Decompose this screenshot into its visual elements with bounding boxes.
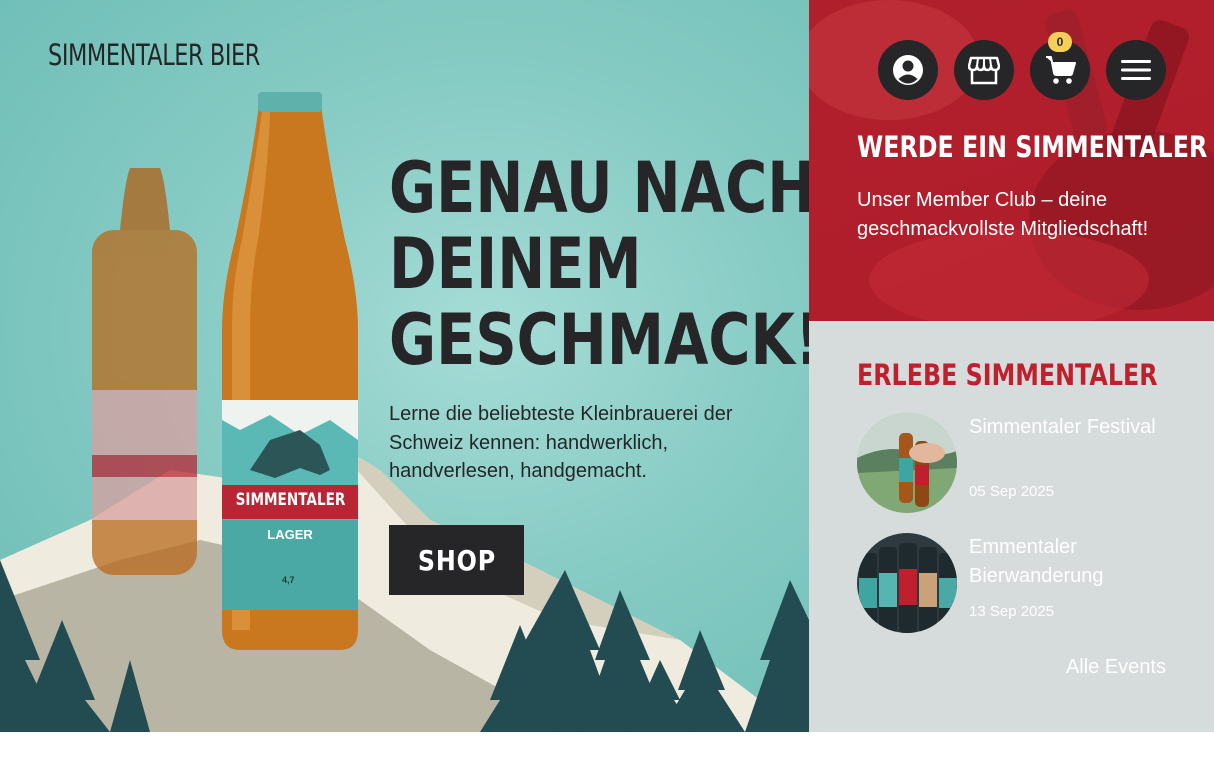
all-events-link[interactable]: Alle Events (1066, 656, 1166, 679)
account-button[interactable] (878, 40, 938, 100)
events-title: ERLEBE SIMMENTALER (857, 358, 1158, 392)
brand-logo[interactable]: SIMMENTALER BIER (48, 38, 260, 72)
event-item[interactable]: Emmentaler Bierwanderung 13 Sep 2025 (857, 533, 1167, 633)
headline-line: GENAU NACH (389, 147, 809, 229)
event-photo (857, 413, 957, 513)
headline-line: DEINEM (389, 223, 642, 305)
menu-icon (1121, 60, 1151, 80)
account-icon (893, 55, 923, 85)
cart-count-badge: 0 (1048, 32, 1072, 52)
member-club-title[interactable]: WERDE EIN SIMMENTALER (857, 130, 1207, 164)
member-club-text: Unser Member Club – deine geschmackvolls… (857, 189, 1149, 240)
store-button[interactable] (954, 40, 1014, 100)
hero-section: SIMMENTALER BIER SIMMENTALER LAGER 4,7 G… (0, 0, 809, 732)
event-item[interactable]: Simmentaler Festival 05 Sep 2025 (857, 413, 1167, 513)
menu-button[interactable] (1106, 40, 1166, 100)
bottle-abv-label: 4,7 (282, 575, 295, 585)
store-icon (968, 56, 1000, 85)
cart-icon (1046, 56, 1076, 84)
background-bottle (92, 168, 197, 575)
event-name[interactable]: Simmentaler Festival (969, 413, 1169, 442)
shop-button[interactable]: SHOP (389, 525, 524, 595)
shop-button-label: SHOP (417, 543, 496, 577)
event-date: 13 Sep 2025 (969, 603, 1055, 620)
bottle-brand-label: SIMMENTALER (235, 490, 346, 510)
hero-headline: GENAU NACH DEINEM GESCHMACK!? (389, 147, 809, 381)
event-date: 05 Sep 2025 (969, 483, 1055, 500)
event-photo (857, 533, 957, 633)
event-thumbnail (857, 533, 957, 633)
hero-lead-text: Lerne die beliebteste Kleinbrauerei der … (389, 403, 733, 482)
headline-line: GESCHMACK!? (389, 299, 809, 381)
bottle-variety-label: LAGER (267, 527, 313, 542)
event-thumbnail (857, 413, 957, 513)
beer-bottle (222, 92, 358, 650)
event-name[interactable]: Emmentaler Bierwanderung (969, 533, 1169, 591)
